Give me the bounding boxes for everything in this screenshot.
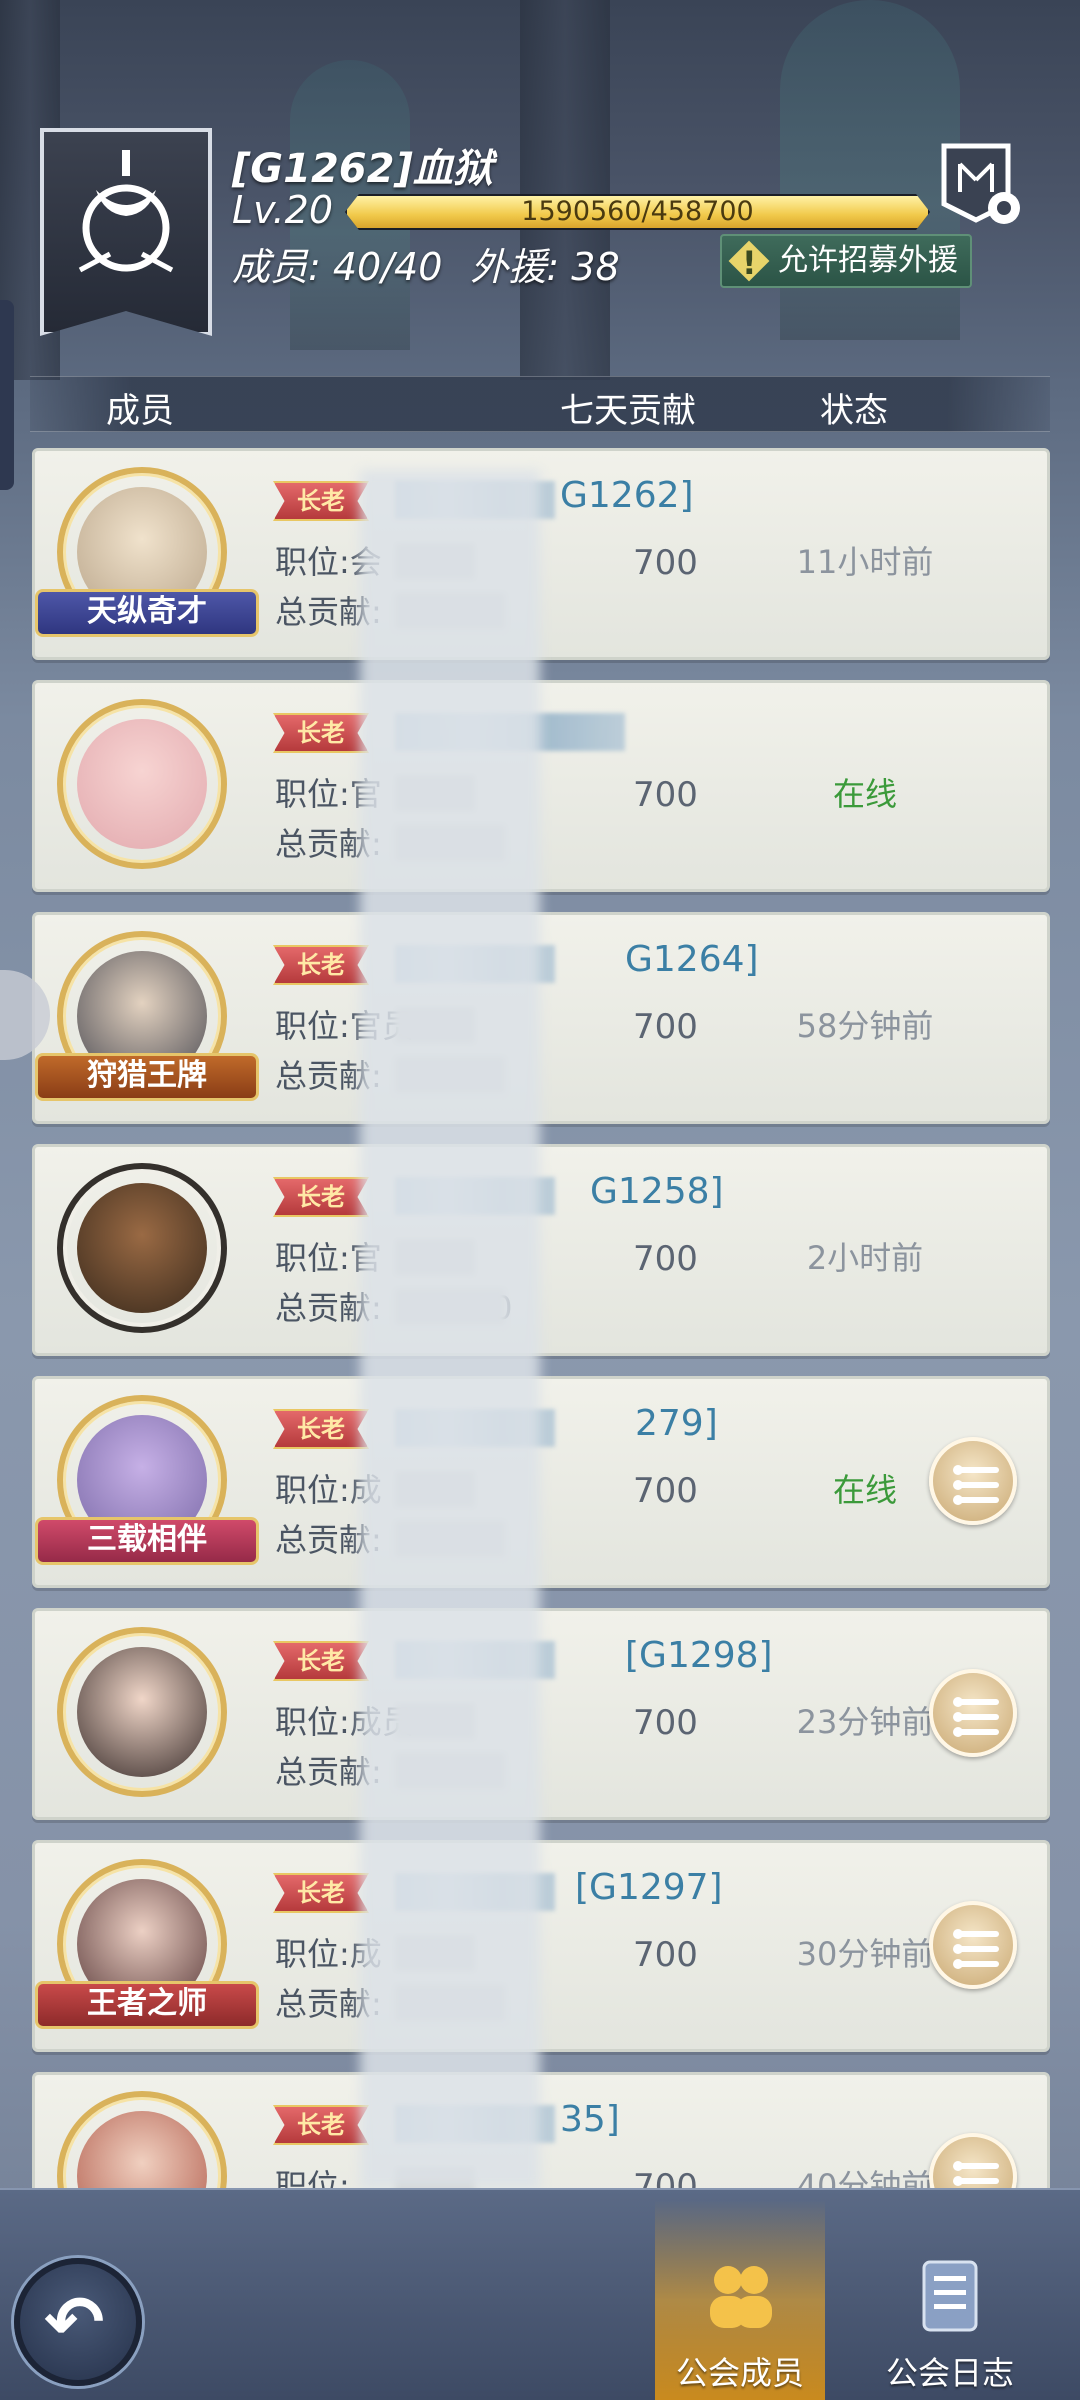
member-avatar[interactable] xyxy=(57,1163,227,1333)
members-icon xyxy=(710,2266,772,2328)
rank-badge: 长老 xyxy=(273,1177,369,1217)
member-list[interactable]: 天纵奇才 长老 G1262] 职位:会 总贡献: 700 11小时前 长老 职位… xyxy=(32,448,1050,2188)
rank-badge: 长老 xyxy=(273,2105,369,2145)
member-row[interactable]: 长老 35] 职位: 总贡献: 700 40分钟前 xyxy=(32,2072,1050,2188)
member-row[interactable]: 天纵奇才 长老 G1262] 职位:会 总贡献: 700 11小时前 xyxy=(32,448,1050,660)
member-menu-button[interactable] xyxy=(929,1901,1017,1989)
tab-members-label: 公会成员 xyxy=(675,2354,804,2392)
member-name: [G1298] xyxy=(625,1635,773,1676)
member-name: 279] xyxy=(635,1403,718,1444)
rank-badge: 长老 xyxy=(273,945,369,985)
allow-recruit-aid-button[interactable]: ! 允许招募外援 xyxy=(720,234,972,288)
member-count-line: 成员: 40/40 外援: 38 xyxy=(232,236,620,291)
column-status: 状态 xyxy=(820,391,888,431)
guild-settings-button[interactable] xyxy=(938,142,1026,232)
member-status: 58分钟前 xyxy=(796,1007,934,1045)
rank-badge: 长老 xyxy=(273,1873,369,1913)
guild-exp-bar: 1590560/458700 xyxy=(345,194,930,230)
member-status: 2小时前 xyxy=(806,1239,924,1277)
member-row[interactable]: 长老 G1258] 职位:官 总贡献:00 700 2小时前 xyxy=(32,1144,1050,1356)
tab-guild-members[interactable]: 公会成员 xyxy=(655,2200,825,2400)
rank-badge: 长老 xyxy=(273,481,369,521)
foreign-aid-count: 外援: 38 xyxy=(470,245,620,289)
member-avatar[interactable] xyxy=(57,699,227,869)
column-seven-day-contribution: 七天贡献 xyxy=(560,391,696,431)
member-count: 成员: 40/40 xyxy=(232,245,443,289)
guild-banner-icon[interactable] xyxy=(40,128,212,336)
member-name: [G1297] xyxy=(575,1867,723,1908)
log-book-icon xyxy=(922,2260,978,2332)
member-status: 在线 xyxy=(832,775,897,813)
gear-icon xyxy=(941,143,1020,224)
seven-day-contribution: 700 xyxy=(633,543,698,583)
title-plate: 三载相伴 xyxy=(35,1517,259,1565)
rank-badge: 长老 xyxy=(273,1409,369,1449)
member-row[interactable]: 长老 职位:官 总贡献: 700 在线 xyxy=(32,680,1050,892)
member-name: G1264] xyxy=(625,939,759,980)
exp-text: 1590560/458700 xyxy=(521,196,754,227)
member-row[interactable]: 三载相伴 长老 279] 职位:成 总贡献:1 700 在线 xyxy=(32,1376,1050,1588)
member-row[interactable]: 王者之师 长老 [G1297] 职位:成 总贡献: 700 30分钟前 xyxy=(32,1840,1050,2052)
rank-badge: 长老 xyxy=(273,713,369,753)
member-status: 11小时前 xyxy=(796,543,934,581)
seven-day-contribution: 700 xyxy=(633,1007,698,1047)
member-name: 35] xyxy=(560,2099,620,2140)
title-plate: 王者之师 xyxy=(35,1981,259,2029)
title-plate: 狩猎王牌 xyxy=(35,1053,259,1101)
member-row[interactable]: 狩猎王牌 长老 G1264] 职位:官员 总贡献:4 700 58分钟前 xyxy=(32,912,1050,1124)
tab-guild-log[interactable]: 公会日志 xyxy=(865,2200,1035,2400)
background-window xyxy=(780,0,960,340)
recruit-label: 允许招募外援 xyxy=(778,243,958,278)
title-plate: 天纵奇才 xyxy=(35,589,259,637)
member-list-header: 成员 七天贡献 状态 xyxy=(30,376,1050,432)
seven-day-contribution: 700 xyxy=(633,2167,698,2188)
member-menu-button[interactable] xyxy=(929,1437,1017,1525)
back-arrow-icon: ↶ xyxy=(44,2280,105,2364)
member-menu-button[interactable] xyxy=(929,2133,1017,2188)
member-menu-button[interactable] xyxy=(929,1669,1017,1757)
side-handle[interactable] xyxy=(0,300,14,490)
censor-overlay xyxy=(360,470,540,2190)
guild-level: Lv.20 xyxy=(232,188,333,232)
member-avatar[interactable] xyxy=(57,1627,227,1797)
seven-day-contribution: 700 xyxy=(633,775,698,815)
rank-badge: 长老 xyxy=(273,1641,369,1681)
seven-day-contribution: 700 xyxy=(633,1703,698,1743)
background-pillar xyxy=(520,0,610,380)
guild-name: [G1262]血狱 xyxy=(232,146,493,192)
tab-log-label: 公会日志 xyxy=(885,2354,1014,2392)
seven-day-contribution: 700 xyxy=(633,1471,698,1511)
seven-day-contribution: 700 xyxy=(633,1239,698,1279)
back-button[interactable]: ↶ xyxy=(14,2258,142,2386)
column-member: 成员 xyxy=(106,391,174,431)
member-name: G1258] xyxy=(590,1171,724,1212)
member-name: G1262] xyxy=(560,475,694,516)
member-row[interactable]: 长老 [G1298] 职位:成员 总贡献:1 700 23分钟前 xyxy=(32,1608,1050,1820)
seven-day-contribution: 700 xyxy=(633,1935,698,1975)
member-avatar[interactable] xyxy=(57,2091,227,2188)
position-label: 职位: xyxy=(275,2167,350,2188)
